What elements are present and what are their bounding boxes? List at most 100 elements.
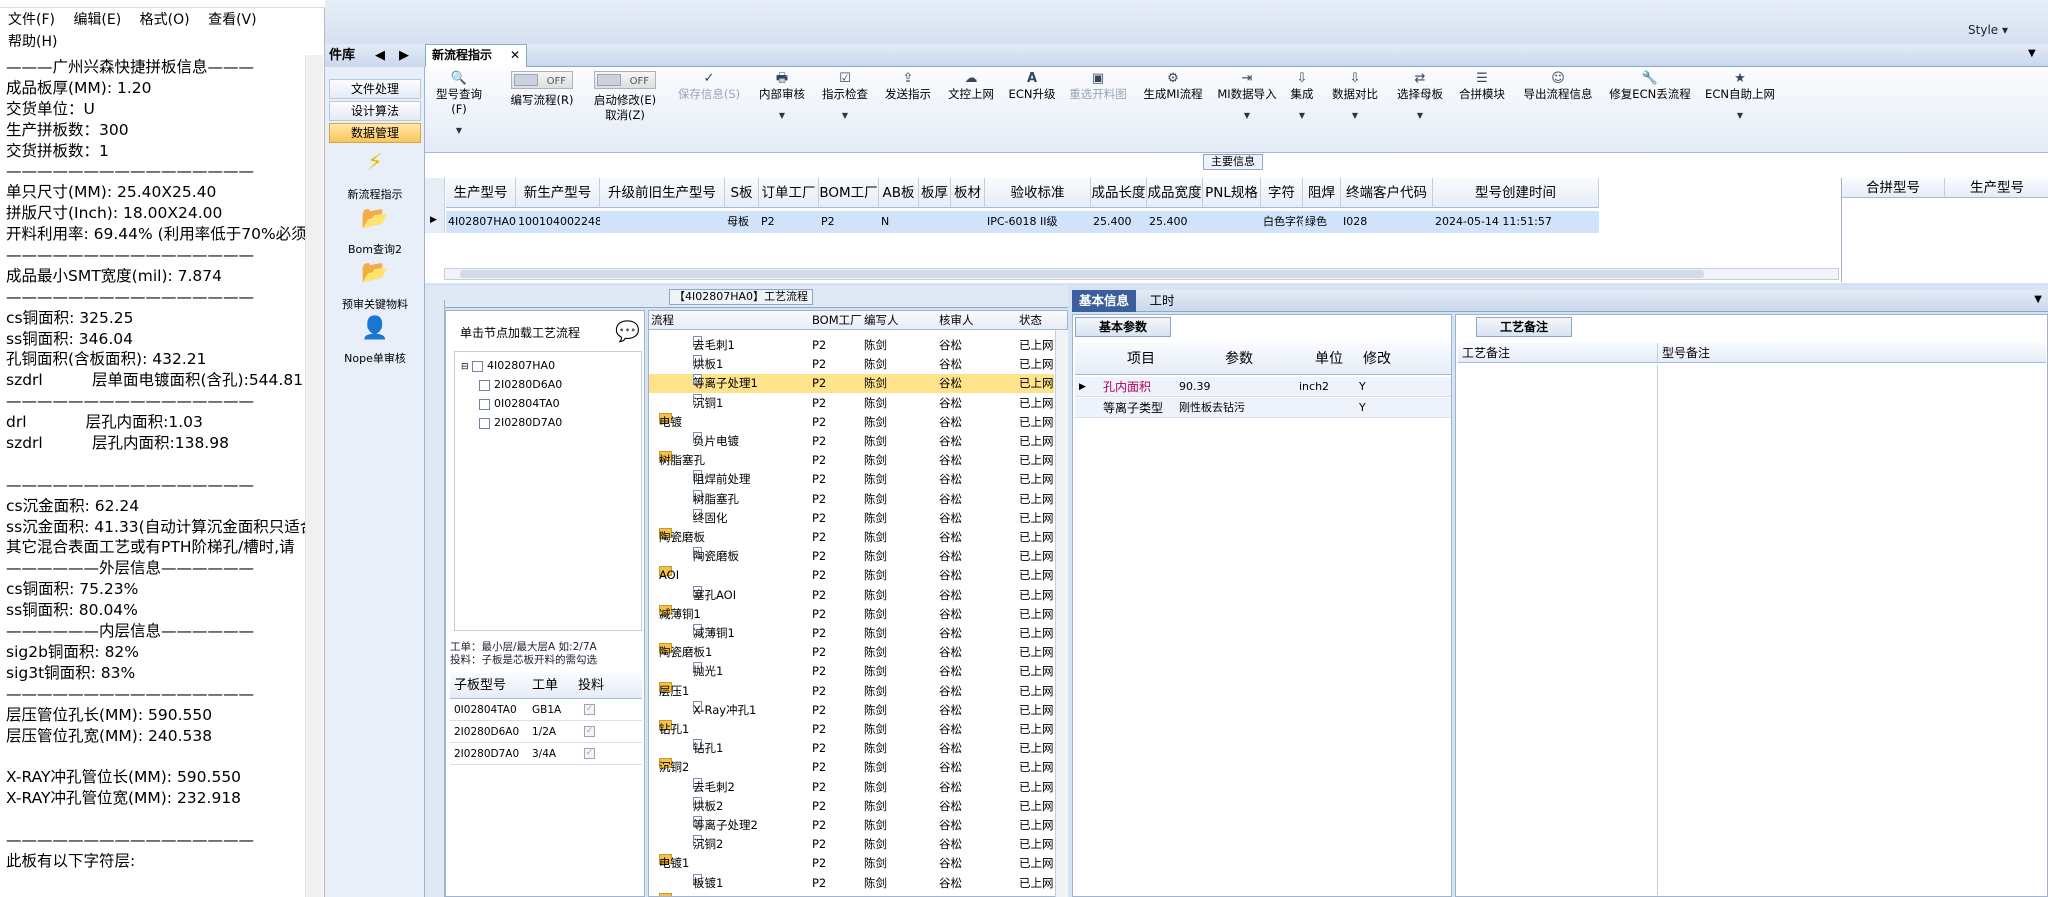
process-row[interactable]: 等离子处理2 P2 陈剑 谷松 已上网: [649, 816, 1054, 835]
column-header[interactable]: 订单工厂: [759, 178, 819, 208]
chevron-down-icon[interactable]: ▼: [2034, 294, 2042, 305]
column-header[interactable]: S板: [725, 178, 759, 208]
process-row[interactable]: 去毛刺2 P2 陈剑 谷松 已上网: [649, 777, 1054, 797]
process-row[interactable]: ⊟ 电镀P2陈剑谷松已上网: [649, 412, 1054, 432]
table-row[interactable]: 等离子类型 刚性板去钻污 Y: [1075, 398, 1451, 418]
process-row[interactable]: 钻孔1 P2 陈剑 谷松 已上网: [649, 739, 1054, 758]
process-row[interactable]: 沉铜2 P2 陈剑 谷松 已上网: [649, 835, 1054, 854]
ecn-self-online-button[interactable]: ★ ECN自助上网 ▼: [1700, 71, 1780, 123]
select-mother-board-button[interactable]: ⇄ 选择母板 ▼: [1392, 71, 1448, 123]
column-header[interactable]: AB板: [879, 178, 919, 208]
dropdown-arrow-icon[interactable]: ▼: [1392, 108, 1448, 123]
column-header[interactable]: 成品宽度: [1147, 178, 1203, 208]
generate-mi-button[interactable]: ⚙ 生成MI流程: [1140, 71, 1206, 102]
dropdown-arrow-icon[interactable]: ▼: [1285, 108, 1319, 123]
process-row[interactable]: ⊟ AOIP2陈剑谷松已上网: [649, 566, 1054, 585]
dropdown-arrow-icon[interactable]: ▼: [756, 108, 808, 123]
table-cell[interactable]: [951, 211, 985, 233]
tab-basic-info[interactable]: 基本信息: [1072, 290, 1136, 312]
menu-help[interactable]: 帮助(H): [8, 34, 57, 50]
instruction-check-button[interactable]: ☑ 指示检查 ▼: [819, 71, 871, 123]
tree-node-child[interactable]: 2I0280D6A0: [479, 378, 562, 391]
nav-item-nope-review[interactable]: Nope单审核: [325, 350, 425, 366]
integrate-button[interactable]: ⇩ 集成 ▼: [1285, 71, 1319, 123]
column-header[interactable]: 板厚: [919, 178, 951, 208]
nav-item-new-process[interactable]: 新流程指示: [325, 186, 425, 202]
send-instruction-button[interactable]: ⇪ 发送指示: [882, 71, 934, 102]
process-row[interactable]: 负片电镀 P2 陈剑 谷松 已上网: [649, 432, 1054, 451]
nav-tab-data[interactable]: 数据管理: [329, 123, 421, 143]
process-row[interactable]: 树脂塞孔 P2 陈剑 谷松 已上网: [649, 489, 1054, 509]
column-header[interactable]: 验收标准: [985, 178, 1091, 208]
tree-checkbox[interactable]: [479, 398, 490, 410]
tab-work-hours[interactable]: 工时: [1142, 290, 1182, 312]
chevron-down-icon[interactable]: ▼: [2028, 48, 2036, 59]
process-row[interactable]: ⊟ 层压1P2陈剑谷松已上网: [649, 681, 1054, 701]
nav-prev-icon[interactable]: ◀: [375, 44, 385, 67]
column-header[interactable]: 新生产型号: [516, 178, 600, 208]
nav-tab-design[interactable]: 设计算法: [329, 101, 421, 121]
table-cell[interactable]: [600, 211, 725, 233]
notepad-scrollbar[interactable]: [305, 55, 323, 897]
tab-new-process[interactable]: 新流程指示 ✕: [425, 44, 527, 67]
feed-checkbox[interactable]: ✓: [584, 748, 595, 759]
side-collapse-strip[interactable]: [425, 300, 445, 897]
table-cell[interactable]: 绿色: [1303, 211, 1341, 233]
write-process-button[interactable]: OFF 编写流程(R): [507, 71, 577, 108]
notepad-text-area[interactable]: ———广州兴森快捷拼板信息——— 成品板厚(MM): 1.20 交货单位：U 生产拼板…: [6, 57, 306, 897]
export-process-button[interactable]: ☺ 导出流程信息: [1517, 71, 1599, 102]
column-header[interactable]: 板材: [951, 178, 985, 208]
dropdown-arrow-icon[interactable]: ▼: [429, 123, 489, 138]
column-header[interactable]: 型号创建时间: [1433, 178, 1599, 208]
tree-node-child[interactable]: 0I02804TA0: [479, 397, 560, 410]
table-cell[interactable]: 25.400: [1091, 211, 1147, 233]
tab-basic-params[interactable]: 基本参数: [1075, 317, 1171, 337]
start-modify-button[interactable]: OFF 启动修改(E) 取消(Z): [589, 71, 661, 123]
process-row[interactable]: 减薄铜1 P2 陈剑 谷松 已上网: [649, 624, 1054, 643]
table-cell[interactable]: 2024-05-14 11:51:57: [1433, 211, 1599, 233]
merge-module-button[interactable]: ☰ 合拼模块: [1456, 71, 1508, 102]
process-row[interactable]: 沉铜1 P2 陈剑 谷松 已上网: [649, 393, 1054, 413]
save-info-button[interactable]: ✓ 保存信息(S): [674, 71, 744, 102]
table-cell[interactable]: [919, 211, 951, 233]
basic-cell-param[interactable]: 刚性板去钻污: [1179, 398, 1245, 418]
process-row[interactable]: 塞孔AOI P2 陈剑 谷松 已上网: [649, 585, 1054, 605]
dropdown-arrow-icon[interactable]: ▼: [1700, 108, 1780, 123]
column-header[interactable]: PNL规格: [1203, 178, 1261, 208]
column-header[interactable]: 阻焊: [1303, 178, 1341, 208]
process-row[interactable]: ⊟ 树脂塞孔P2陈剑谷松已上网: [649, 451, 1054, 470]
doc-online-button[interactable]: ☁ 文控上网: [945, 71, 997, 102]
process-row[interactable]: X-Ray冲孔1 P2 陈剑 谷松 已上网: [649, 700, 1054, 720]
table-cell[interactable]: 25.400: [1147, 211, 1203, 233]
process-row[interactable]: 等离子处理1 P2 陈剑 谷松 已上网: [649, 374, 1054, 394]
menu-view[interactable]: 查看(V): [208, 12, 257, 28]
menu-edit[interactable]: 编辑(E): [73, 12, 121, 28]
process-row[interactable]: 去毛刺1 P2 陈剑 谷松 已上网: [649, 336, 1054, 355]
ecn-upgrade-button[interactable]: A ECN升级: [1007, 71, 1057, 102]
process-row[interactable]: ⊟ 外层干膜P2陈剑谷松已上网: [649, 892, 1054, 896]
table-cell[interactable]: P2: [759, 211, 819, 233]
close-icon[interactable]: ✕: [510, 45, 520, 66]
table-cell[interactable]: 白色字符: [1261, 211, 1303, 233]
process-note-field[interactable]: [1458, 365, 1658, 895]
tree-checkbox[interactable]: [479, 379, 490, 391]
style-menu[interactable]: Style ▾: [1968, 23, 2008, 37]
table-cell[interactable]: 母板: [725, 211, 759, 233]
process-row[interactable]: ⊟ 沉铜2P2陈剑谷松已上网: [649, 758, 1054, 777]
tree-checkbox[interactable]: [472, 360, 484, 372]
mi-import-button[interactable]: ⇥ MI数据导入 ▼: [1214, 71, 1280, 123]
table-cell[interactable]: I028: [1341, 211, 1433, 233]
process-row[interactable]: 终固化 P2 陈剑 谷松 已上网: [649, 508, 1054, 528]
table-row[interactable]: ▶ 孔内面积 90.39 inch2 Y: [1075, 377, 1451, 397]
dropdown-arrow-icon[interactable]: ▼: [1329, 108, 1381, 123]
model-note-field[interactable]: [1658, 365, 2046, 895]
table-cell[interactable]: 4I02807HA0: [446, 211, 516, 233]
process-row[interactable]: ⊟ 电镀1P2陈剑谷松已上网: [649, 854, 1054, 873]
table-row[interactable]: 0I02804TA0 GB1A ✓: [450, 699, 642, 721]
table-cell[interactable]: [1203, 211, 1261, 233]
nav-item-review-materials[interactable]: 预审关键物料: [325, 296, 425, 312]
column-header[interactable]: 升级前旧生产型号: [600, 178, 725, 208]
column-header[interactable]: 终端客户代码: [1341, 178, 1433, 208]
process-row[interactable]: 阻焊前处理 P2 陈剑 谷松 已上网: [649, 470, 1054, 489]
tab-process-notes[interactable]: 工艺备注: [1476, 317, 1572, 337]
